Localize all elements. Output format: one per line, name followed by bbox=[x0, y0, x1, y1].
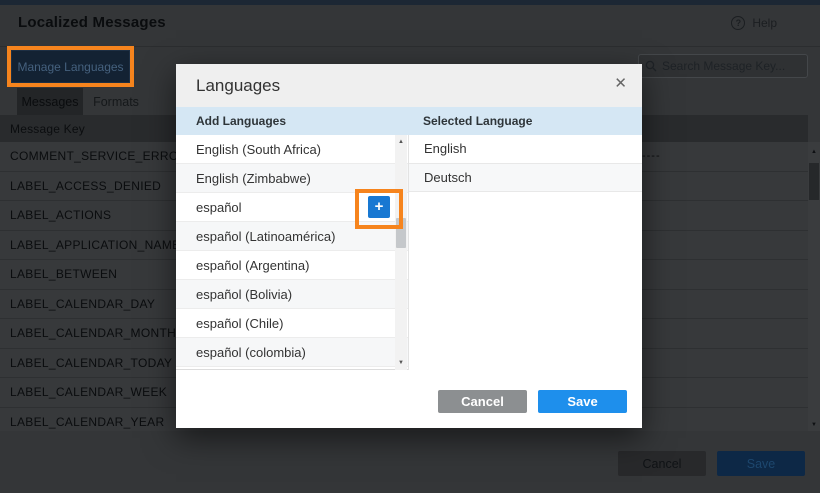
message-key-cell: LABEL_ACTIONS bbox=[10, 208, 111, 222]
modal-save-button[interactable]: Save bbox=[538, 390, 627, 413]
scroll-down-icon[interactable]: ▼ bbox=[808, 422, 820, 428]
message-key-cell: LABEL_CALENDAR_YEAR bbox=[10, 415, 164, 429]
table-scrollbar[interactable]: ▲ ▼ bbox=[808, 142, 820, 431]
language-label: español bbox=[196, 200, 242, 215]
message-key-cell: LABEL_ACCESS_DENIED bbox=[10, 179, 161, 193]
list-item-espanol[interactable]: español + bbox=[176, 193, 408, 222]
modal-body: English (South Africa) English (Zimbabwe… bbox=[176, 135, 642, 371]
message-key-cell: LABEL_CALENDAR_TODAY bbox=[10, 356, 172, 370]
language-label: español (colombia) bbox=[196, 345, 306, 360]
browser-top-strip bbox=[0, 0, 820, 5]
search-box[interactable] bbox=[638, 54, 808, 78]
search-input[interactable] bbox=[662, 59, 801, 73]
close-icon[interactable]: ✕ bbox=[614, 76, 627, 91]
list-item[interactable]: español (Chile) bbox=[176, 309, 408, 338]
modal-title: Languages bbox=[196, 76, 280, 96]
language-label: Deutsch bbox=[424, 170, 472, 185]
list-item[interactable]: español (colombia) bbox=[176, 338, 408, 367]
help-link[interactable]: ? Help bbox=[731, 16, 777, 30]
help-icon: ? bbox=[731, 16, 745, 30]
add-languages-list: English (South Africa) English (Zimbabwe… bbox=[176, 135, 408, 370]
modal-column-headers: Add Languages Selected Language bbox=[176, 107, 642, 135]
modal-cancel-button[interactable]: Cancel bbox=[438, 390, 527, 413]
language-label: español (Latinoamérica) bbox=[196, 229, 335, 244]
scrollbar-thumb[interactable] bbox=[809, 163, 819, 200]
language-label: English bbox=[424, 141, 467, 156]
language-label: English (Zimbabwe) bbox=[196, 171, 311, 186]
manage-languages-button[interactable]: Manage Languages bbox=[11, 50, 130, 83]
scroll-down-icon[interactable]: ▼ bbox=[395, 360, 407, 366]
language-label: español (Chile) bbox=[196, 316, 283, 331]
languages-modal: Languages ✕ Add Languages Selected Langu… bbox=[176, 64, 642, 428]
scroll-up-icon[interactable]: ▲ bbox=[808, 149, 820, 155]
add-button-highlight-box bbox=[355, 189, 403, 229]
help-label: Help bbox=[752, 16, 777, 30]
message-key-cell: LABEL_CALENDAR_WEEK bbox=[10, 385, 167, 399]
message-key-cell: LABEL_CALENDAR_DAY bbox=[10, 297, 155, 311]
message-key-cell: LABEL_BETWEEN bbox=[10, 267, 117, 281]
manage-languages-highlight-box: Manage Languages bbox=[7, 46, 134, 87]
list-item[interactable]: español (Bolivia) bbox=[176, 280, 408, 309]
search-icon bbox=[645, 60, 657, 72]
tab-formats[interactable]: Formats bbox=[83, 88, 149, 115]
list-item[interactable]: español (Argentina) bbox=[176, 251, 408, 280]
selected-language-header: Selected Language bbox=[408, 107, 642, 135]
modal-header: Languages ✕ bbox=[176, 64, 642, 107]
list-item[interactable]: Deutsch bbox=[409, 164, 642, 193]
language-label: español (Bolivia) bbox=[196, 287, 292, 302]
add-languages-scrollbar[interactable]: ▲ ▼ bbox=[395, 135, 407, 370]
message-key-cell: LABEL_APPLICATION_NAME bbox=[10, 238, 180, 252]
selected-languages-list: English Deutsch bbox=[408, 135, 642, 370]
list-item[interactable]: English (South Africa) bbox=[176, 135, 408, 164]
page-title: Localized Messages bbox=[18, 14, 166, 31]
language-label: español (Argentina) bbox=[196, 258, 309, 273]
list-item[interactable]: English bbox=[409, 135, 642, 164]
page-cancel-button[interactable]: Cancel bbox=[618, 451, 706, 476]
scroll-up-icon[interactable]: ▲ bbox=[395, 139, 407, 145]
language-label: English (South Africa) bbox=[196, 142, 321, 157]
page-save-button[interactable]: Save bbox=[717, 451, 805, 476]
add-languages-header: Add Languages bbox=[176, 107, 408, 135]
message-key-cell: LABEL_CALENDAR_MONTH bbox=[10, 326, 176, 340]
tab-messages[interactable]: Messages bbox=[17, 88, 83, 115]
